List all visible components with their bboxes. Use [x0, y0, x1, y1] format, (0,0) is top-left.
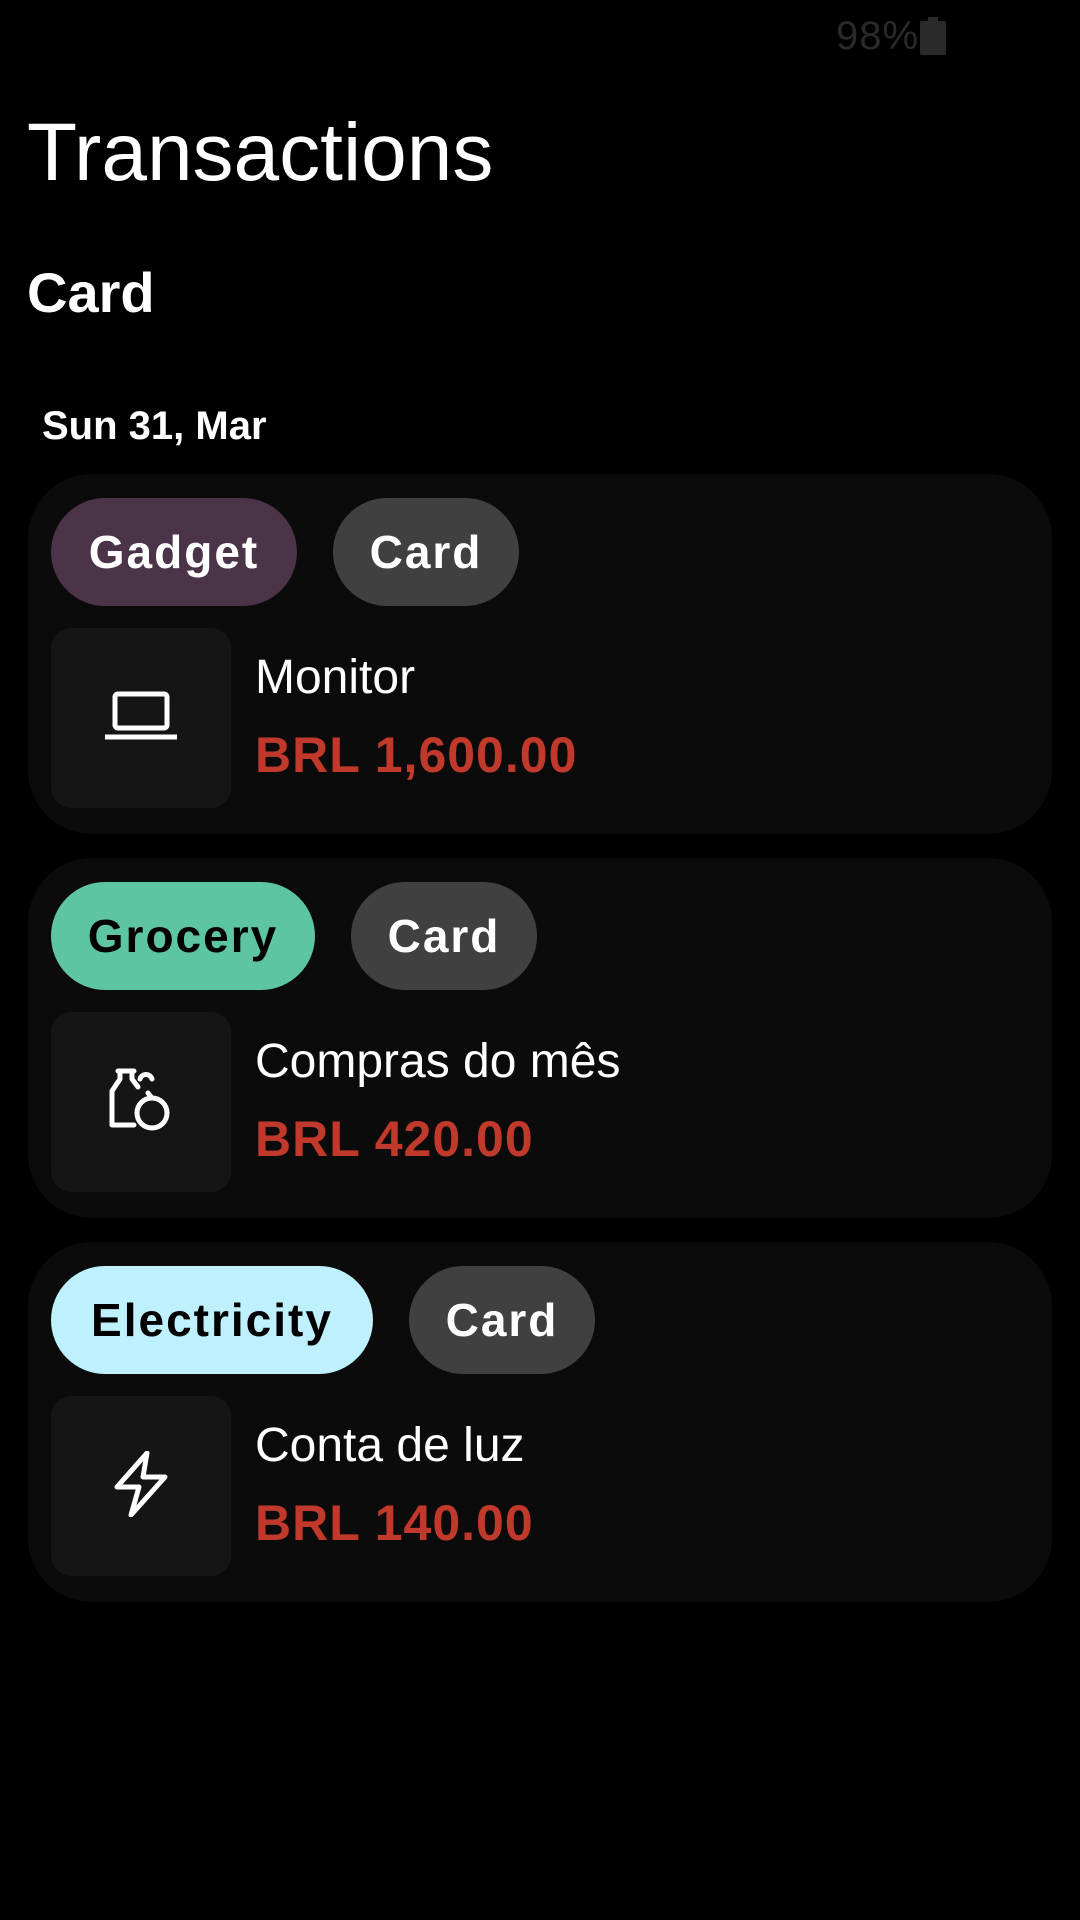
- transaction-card[interactable]: Electricity Card Conta de luz BRL 140.00: [28, 1242, 1052, 1602]
- transaction-icon-box: [51, 1012, 231, 1192]
- date-header: Sun 31, Mar: [42, 404, 267, 448]
- transaction-card[interactable]: Gadget Card Monitor BRL 1,600.00: [28, 474, 1052, 834]
- account-chip[interactable]: Card: [409, 1266, 595, 1374]
- transaction-icon-box: [51, 628, 231, 808]
- category-chip[interactable]: Grocery: [51, 882, 315, 990]
- transaction-amount: BRL 1,600.00: [255, 727, 578, 783]
- transaction-amount: BRL 420.00: [255, 1111, 534, 1167]
- laptop-icon: [102, 690, 180, 747]
- page-title: Transactions: [27, 107, 494, 198]
- status-bar: 98%: [0, 0, 1080, 76]
- account-chip[interactable]: Card: [351, 882, 537, 990]
- transaction-card[interactable]: Grocery Card Compras do mês BRL 420.00: [28, 858, 1052, 1218]
- category-chip[interactable]: Gadget: [51, 498, 297, 606]
- section-title: Card: [27, 261, 155, 324]
- transaction-name: Conta de luz: [255, 1419, 525, 1472]
- transaction-icon-box: [51, 1396, 231, 1576]
- battery-icon: [920, 17, 946, 60]
- battery-percentage: 98%: [836, 14, 920, 58]
- transaction-name: Compras do mês: [255, 1035, 621, 1088]
- grocery-icon: [108, 1067, 174, 1138]
- lightning-icon: [113, 1450, 169, 1522]
- transaction-name: Monitor: [255, 651, 416, 704]
- transaction-amount: BRL 140.00: [255, 1495, 534, 1551]
- category-chip[interactable]: Electricity: [51, 1266, 373, 1374]
- account-chip[interactable]: Card: [333, 498, 519, 606]
